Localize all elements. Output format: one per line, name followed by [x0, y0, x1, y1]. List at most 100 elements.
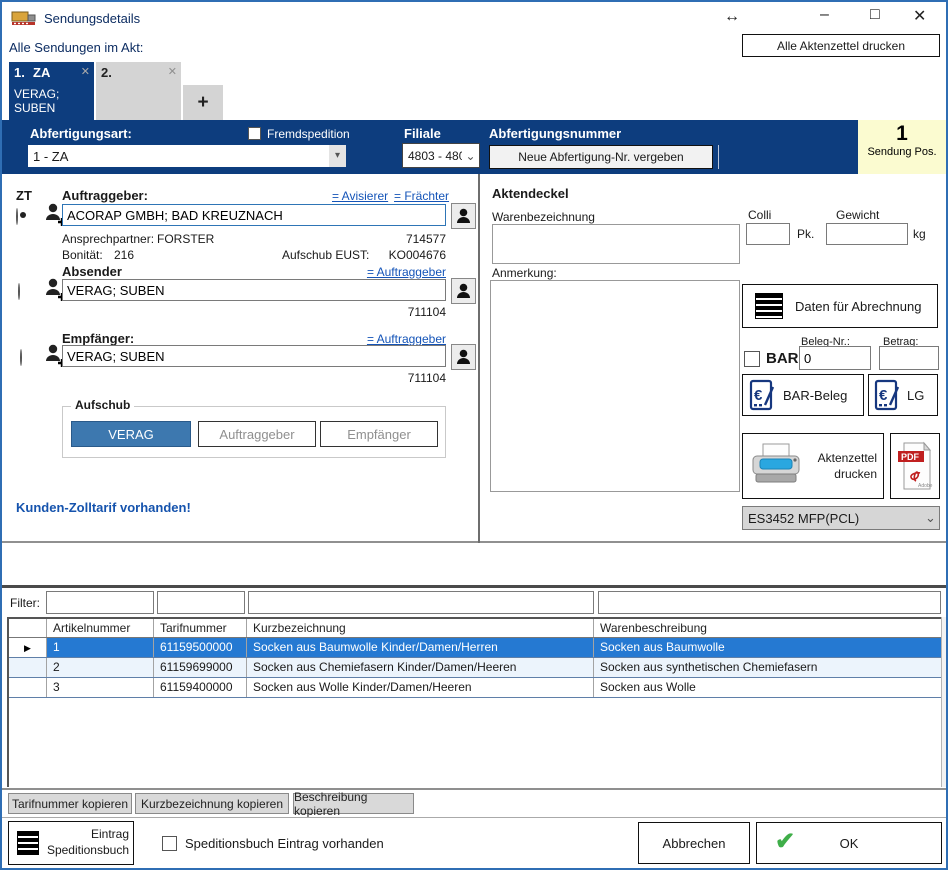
maximize-button[interactable]: □ — [870, 6, 880, 24]
ok-button[interactable]: ✔ OK — [756, 822, 942, 864]
bar-beleg-button[interactable]: € BAR-Beleg — [742, 374, 864, 416]
beschreibung-kopieren-button[interactable]: Beschreibung kopieren — [293, 793, 414, 814]
gewicht-input[interactable] — [826, 223, 908, 245]
auftraggeber-radio[interactable] — [16, 208, 18, 225]
auftraggeber-number: 714577 — [396, 232, 446, 246]
lg-button[interactable]: € LG — [868, 374, 938, 416]
cell-kurzbezeichnung[interactable]: Socken aus Baumwolle Kinder/Damen/Herren — [247, 638, 594, 657]
fraechter-link[interactable]: = Frächter — [394, 189, 449, 203]
sendung-pos-count: 1 — [858, 122, 946, 146]
resize-icon[interactable]: ↔ — [724, 8, 740, 26]
aufschub-verag-button[interactable]: VERAG — [71, 421, 191, 447]
pdf-button[interactable]: PDF Adobe — [890, 433, 940, 499]
absender-label: Absender — [62, 264, 122, 279]
filter-input-artikelnummer[interactable] — [46, 591, 154, 614]
beleg-nr-input[interactable] — [799, 346, 871, 370]
abfertigungsart-select[interactable]: 1 - ZA ▾ — [28, 145, 346, 167]
eintrag-speditionsbuch-button[interactable]: EintragSpeditionsbuch — [8, 821, 134, 865]
absender-auftraggeber-link[interactable]: = Auftraggeber — [356, 265, 446, 279]
avisierer-link[interactable]: = Avisierer — [332, 189, 388, 203]
colli-input[interactable] — [746, 223, 790, 245]
section-divider — [2, 817, 946, 818]
table-row[interactable]: ▶ 1 61159500000 Socken aus Baumwolle Kin… — [9, 638, 941, 658]
table-row[interactable]: 3 61159400000 Socken aus Wolle Kinder/Da… — [9, 678, 941, 698]
print-all-aktenzettel-button[interactable]: Alle Aktenzettel drucken — [742, 34, 940, 57]
aktendeckel-title: Aktendeckel — [492, 186, 569, 201]
tab-shipment-2[interactable]: 2. ✕ — [96, 62, 181, 120]
col-artikelnummer[interactable]: Artikelnummer — [47, 619, 154, 637]
zolltarif-note: Kunden-Zolltarif vorhanden! — [16, 500, 191, 515]
cell-warenbeschreibung[interactable]: Socken aus synthetischen Chemiefasern — [594, 658, 941, 677]
cell-artikelnummer[interactable]: 1 — [47, 638, 154, 657]
aufschub-auftraggeber-button[interactable]: Auftraggeber — [198, 421, 316, 447]
ansprechpartner-value: FORSTER — [157, 232, 214, 246]
ok-check-icon: ✔ — [775, 827, 795, 856]
empfaenger-label: Empfänger: — [62, 331, 134, 346]
cell-kurzbezeichnung[interactable]: Socken aus Wolle Kinder/Damen/Heeren — [247, 678, 594, 697]
col-warenbeschreibung[interactable]: Warenbeschreibung — [594, 619, 941, 637]
person-icon — [456, 349, 471, 365]
table-row[interactable]: 2 61159699000 Socken aus Chemiefasern Ki… — [9, 658, 941, 678]
cell-tarifnummer[interactable]: 61159500000 — [154, 638, 247, 657]
aufschub-empfaenger-button[interactable]: Empfänger — [320, 421, 438, 447]
cell-tarifnummer[interactable]: 61159699000 — [154, 658, 247, 677]
bar-checkbox[interactable] — [744, 351, 760, 367]
section-divider — [2, 788, 946, 790]
fremdspedition-label: Fremdspedition — [267, 127, 350, 141]
svg-text:PDF: PDF — [901, 452, 920, 462]
tarifnummer-kopieren-button[interactable]: Tarifnummer kopieren — [8, 793, 132, 814]
fremdspedition-checkbox[interactable] — [248, 127, 261, 140]
empfaenger-radio[interactable] — [20, 349, 22, 366]
col-tarifnummer[interactable]: Tarifnummer — [154, 619, 247, 637]
filter-input-tarifnummer[interactable] — [157, 591, 245, 614]
gewicht-label: Gewicht — [836, 208, 879, 222]
auftraggeber-contact-button[interactable] — [451, 203, 476, 229]
cell-artikelnummer[interactable]: 2 — [47, 658, 154, 677]
euro-document-icon: € — [874, 379, 900, 411]
abbrechen-button[interactable]: Abbrechen — [638, 822, 750, 864]
table-scrollbar[interactable] — [941, 617, 946, 787]
euro-document-icon: € — [749, 379, 775, 411]
tab1-code: ZA — [33, 65, 50, 80]
absender-input[interactable] — [62, 279, 446, 301]
minimize-button[interactable]: – — [820, 6, 829, 24]
anmerkung-textarea[interactable] — [490, 280, 740, 492]
svg-text:€: € — [754, 387, 763, 404]
neue-abfertigungsnummer-button[interactable]: Neue Abfertigung-Nr. vergeben — [489, 145, 713, 169]
tab-shipment-1[interactable]: 1. ZA ✕ VERAG; SUBEN — [9, 62, 94, 120]
table-header-row: Artikelnummer Tarifnummer Kurzbezeichnun… — [9, 619, 941, 638]
filiale-select[interactable]: 4803 - 480 ⌄ — [402, 143, 480, 168]
betrag-input[interactable] — [879, 346, 939, 370]
empfaenger-auftraggeber-link[interactable]: = Auftraggeber — [356, 332, 446, 346]
aufschub-groupbox: Aufschub VERAG Auftraggeber Empfänger — [62, 406, 446, 458]
warenbezeichnung-textarea[interactable] — [492, 224, 740, 264]
tab1-close-icon[interactable]: ✕ — [81, 65, 90, 78]
printer-select[interactable]: ES3452 MFP(PCL) ⌄ — [742, 506, 940, 530]
cell-kurzbezeichnung[interactable]: Socken aus Chemiefasern Kinder/Damen/Hee… — [247, 658, 594, 677]
empfaenger-contact-button[interactable] — [451, 344, 476, 370]
cell-tarifnummer[interactable]: 61159400000 — [154, 678, 247, 697]
aktenzettel-drucken-button[interactable]: Aktenzetteldrucken — [742, 433, 884, 499]
cell-warenbeschreibung[interactable]: Socken aus Baumwolle — [594, 638, 941, 657]
eintrag-speditionsbuch-label: EintragSpeditionsbuch — [47, 827, 133, 858]
auftraggeber-input[interactable] — [62, 204, 446, 226]
speditionsbuch-checkbox[interactable] — [162, 836, 177, 851]
close-button[interactable]: ✕ — [913, 6, 926, 26]
bonitaet-label: Bonität: — [62, 248, 103, 262]
filter-input-kurzbezeichnung[interactable] — [248, 591, 594, 614]
col-kurzbezeichnung[interactable]: Kurzbezeichnung — [247, 619, 594, 637]
window-title: Sendungsdetails — [44, 11, 140, 26]
filiale-chevron-icon: ⌄ — [462, 149, 479, 163]
cell-warenbeschreibung[interactable]: Socken aus Wolle — [594, 678, 941, 697]
empfaenger-input[interactable] — [62, 345, 446, 367]
cell-artikelnummer[interactable]: 3 — [47, 678, 154, 697]
daten-abrechnung-button[interactable]: Daten für Abrechnung — [742, 284, 938, 328]
tab2-close-icon[interactable]: ✕ — [168, 65, 177, 78]
kurzbezeichnung-kopieren-button[interactable]: Kurzbezeichnung kopieren — [135, 793, 289, 814]
row-selector — [9, 678, 47, 697]
ok-label: OK — [840, 836, 859, 851]
filter-input-warenbeschreibung[interactable] — [598, 591, 941, 614]
absender-radio[interactable] — [18, 283, 20, 300]
add-tab-button[interactable]: + — [183, 85, 223, 120]
absender-contact-button[interactable] — [451, 278, 476, 304]
